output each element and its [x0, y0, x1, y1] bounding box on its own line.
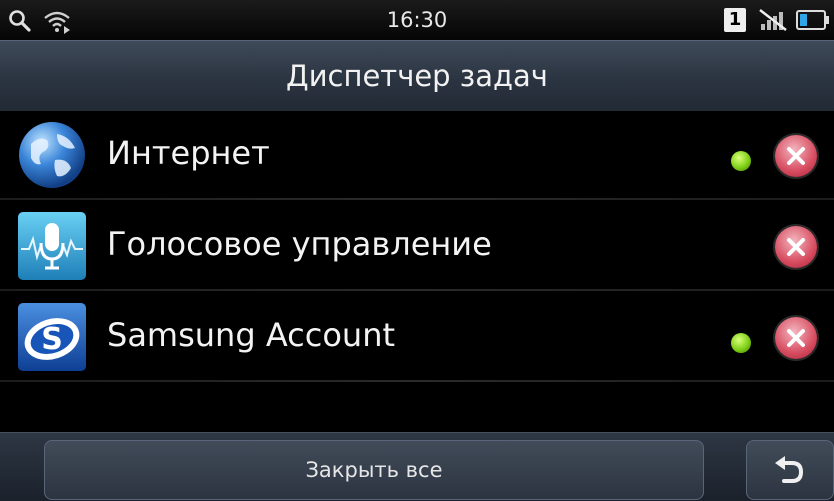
- battery-icon: [796, 9, 830, 35]
- samsung-account-icon: S: [17, 302, 87, 372]
- app-name: Голосовое управление: [107, 225, 492, 263]
- status-bar: 16:30 1: [0, 0, 834, 40]
- close-all-button[interactable]: Закрыть все: [44, 440, 704, 500]
- sim-badge: 1: [724, 8, 746, 32]
- close-icon: [787, 329, 805, 347]
- divider: [0, 198, 834, 200]
- back-button[interactable]: [746, 440, 834, 500]
- back-arrow-icon: [775, 456, 804, 483]
- active-indicator: [731, 333, 751, 353]
- title-bar: Диспетчер задач: [0, 40, 834, 111]
- svg-text:S: S: [41, 322, 63, 357]
- close-app-button[interactable]: [775, 135, 817, 177]
- muted-signal-icon: [758, 8, 788, 36]
- divider: [0, 289, 834, 291]
- close-icon: [787, 238, 805, 256]
- voice-mic-icon: [17, 211, 87, 281]
- close-icon: [787, 147, 805, 165]
- list-item-internet[interactable]: Интернет: [0, 110, 834, 200]
- page-title: Диспетчер задач: [286, 59, 548, 93]
- list-item-voice-control[interactable]: Голосовое управление: [0, 201, 834, 291]
- app-name: Интернет: [107, 134, 270, 172]
- close-app-button[interactable]: [775, 317, 817, 359]
- divider: [0, 380, 834, 382]
- app-name: Samsung Account: [107, 316, 396, 354]
- list-item-samsung-account[interactable]: S Samsung Account: [0, 292, 834, 382]
- close-app-button[interactable]: [775, 226, 817, 268]
- status-time: 16:30: [386, 8, 448, 32]
- bottom-bar: Закрыть все: [0, 432, 834, 501]
- active-indicator: [731, 151, 751, 171]
- globe-icon: [17, 120, 87, 190]
